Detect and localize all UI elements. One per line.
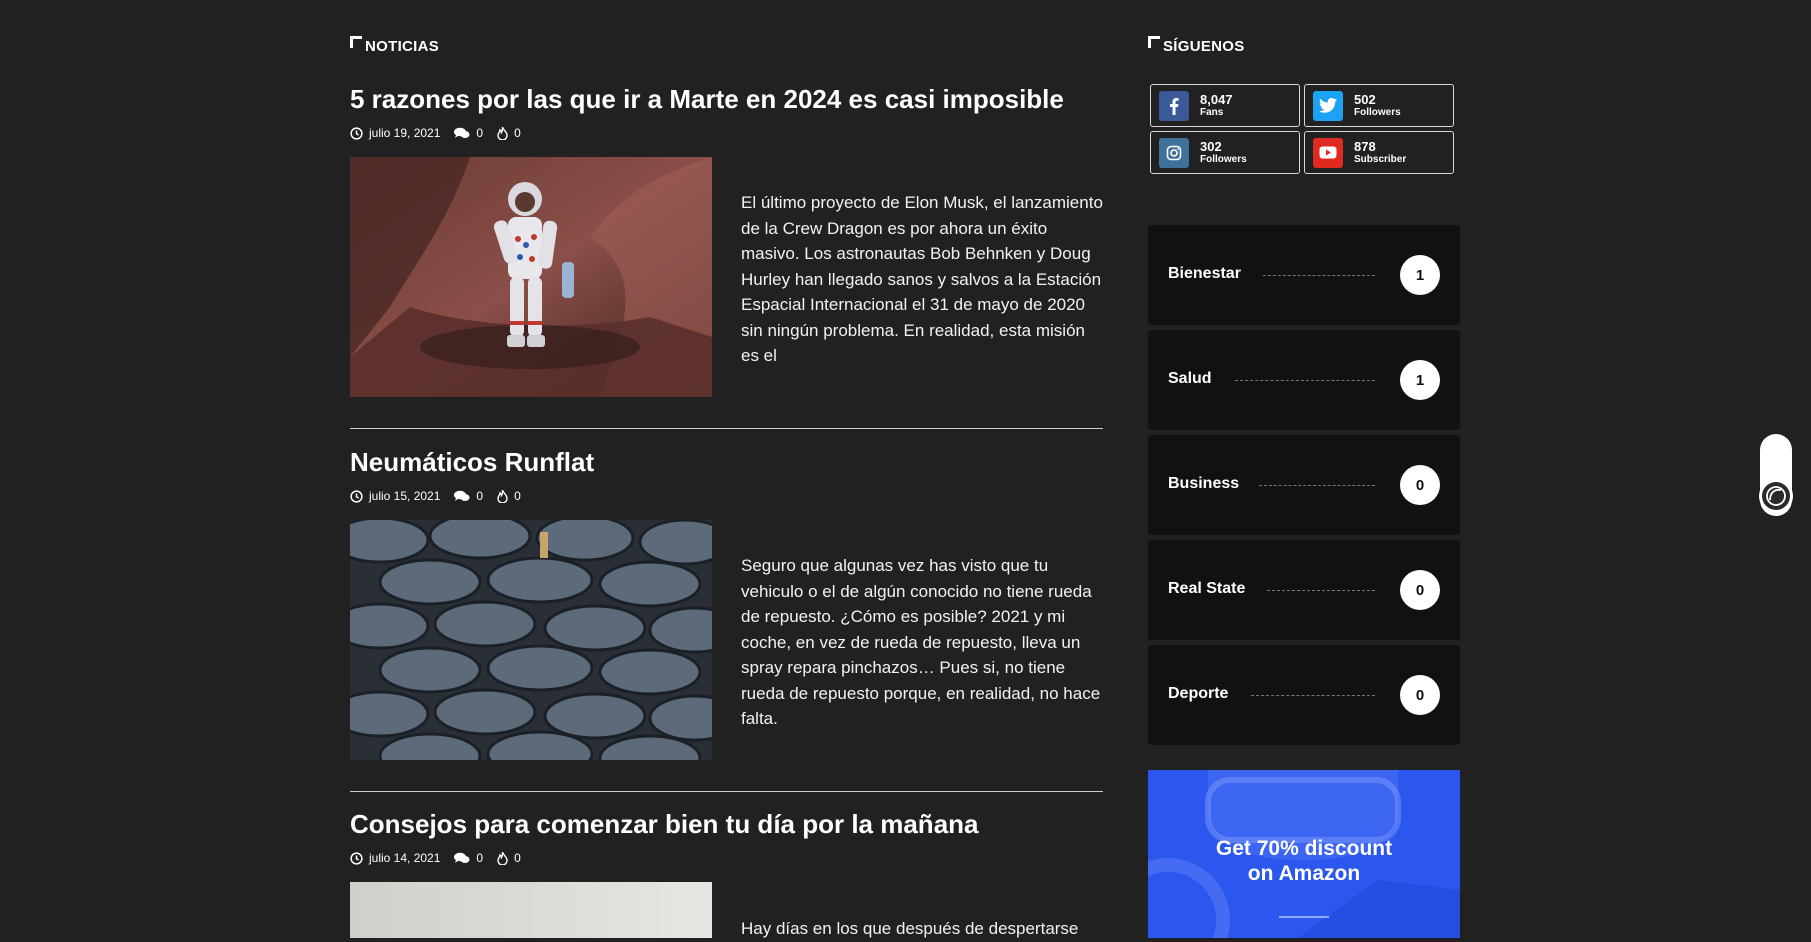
floating-widget-button[interactable] xyxy=(1759,434,1793,516)
article-card: 5 razones por las que ir a Marte en 2024… xyxy=(350,82,1103,397)
category-leader-dots xyxy=(1235,380,1375,381)
article-divider xyxy=(350,428,1103,429)
category-name: Business xyxy=(1168,475,1240,492)
comments-icon xyxy=(454,852,470,863)
article-title[interactable]: 5 razones por las que ir a Marte en 2024… xyxy=(350,82,1103,116)
social-label: Followers xyxy=(1200,154,1247,165)
social-count: 302 xyxy=(1200,139,1222,154)
article-image-tires[interactable] xyxy=(350,520,712,760)
article-meta: julio 15, 2021 0 0 xyxy=(350,489,529,503)
section-title-text: NOTICIAS xyxy=(365,38,440,55)
category-name: Salud xyxy=(1168,370,1212,387)
category-leader-dots xyxy=(1259,485,1375,486)
social-label: Fans xyxy=(1200,107,1224,118)
article-title[interactable]: Consejos para comenzar bien tu día por l… xyxy=(350,807,1103,841)
social-count: 8,047 xyxy=(1200,92,1233,107)
category-count: 1 xyxy=(1400,360,1440,400)
social-label: Followers xyxy=(1354,107,1401,118)
article-image-morning[interactable] xyxy=(350,882,712,938)
section-title-siguenos: SÍGUENOS xyxy=(1148,36,1245,55)
fire-icon xyxy=(497,489,508,503)
category-name: Deporte xyxy=(1168,685,1229,702)
social-count: 502 xyxy=(1354,92,1376,107)
category-item[interactable]: Deporte 0 xyxy=(1148,645,1460,745)
category-name: Real State xyxy=(1168,580,1246,597)
category-item[interactable]: Real State 0 xyxy=(1148,540,1460,640)
article-image-astronaut[interactable] xyxy=(350,157,712,397)
category-item[interactable]: Bienestar 1 xyxy=(1148,225,1460,325)
view-count: 0 xyxy=(514,489,521,503)
category-count: 1 xyxy=(1400,255,1440,295)
category-count: 0 xyxy=(1400,675,1440,715)
article-meta: julio 14, 2021 0 0 xyxy=(350,851,529,865)
amazon-promo-banner[interactable]: Get 70% discount on Amazon xyxy=(1148,770,1460,938)
promo-line-2: on Amazon xyxy=(1247,862,1361,885)
article-card: Neumáticos Runflat julio 15, 2021 0 0 Se… xyxy=(350,445,1103,760)
social-counters: 8,047 Fans 502 Followers 302 Followers 878 S… xyxy=(1150,84,1455,174)
article-date: julio 14, 2021 xyxy=(369,851,441,865)
clock-icon xyxy=(350,851,363,865)
article-excerpt: Seguro que algunas vez has visto que tu … xyxy=(741,556,1101,728)
comments-icon xyxy=(454,490,470,501)
social-count: 878 xyxy=(1354,139,1376,154)
twitter-icon xyxy=(1313,90,1343,121)
comment-count: 0 xyxy=(476,489,484,503)
category-count: 0 xyxy=(1400,570,1440,610)
article-excerpt: El último proyecto de Elon Musk, el lanz… xyxy=(741,193,1103,365)
social-facebook[interactable]: 8,047 Fans xyxy=(1150,84,1300,127)
social-youtube[interactable]: 878 Subscriber xyxy=(1304,131,1454,174)
article-title[interactable]: Neumáticos Runflat xyxy=(350,445,1103,479)
section-title-text: SÍGUENOS xyxy=(1163,38,1245,55)
category-leader-dots xyxy=(1251,695,1375,696)
article-meta: julio 19, 2021 0 0 xyxy=(350,126,529,140)
promo-text: Get 70% discount on Amazon xyxy=(1148,836,1460,886)
facebook-icon xyxy=(1159,90,1189,121)
view-count: 0 xyxy=(514,851,521,865)
category-item[interactable]: Salud 1 xyxy=(1148,330,1460,430)
youtube-icon xyxy=(1313,137,1343,168)
corner-decoration xyxy=(1148,36,1160,48)
corner-decoration xyxy=(350,36,362,48)
article-date: julio 15, 2021 xyxy=(369,489,441,503)
comment-count: 0 xyxy=(476,851,484,865)
clock-icon xyxy=(350,489,363,503)
social-label: Subscriber xyxy=(1354,154,1407,165)
instagram-icon xyxy=(1159,137,1189,168)
article-date: julio 19, 2021 xyxy=(369,126,441,140)
section-title-noticias: NOTICIAS xyxy=(350,36,440,55)
promo-line-1: Get 70% discount xyxy=(1215,837,1393,860)
category-leader-dots xyxy=(1263,275,1375,276)
fire-icon xyxy=(497,851,508,865)
article-divider xyxy=(350,791,1103,792)
category-item[interactable]: Business 0 xyxy=(1148,435,1460,535)
comment-count: 0 xyxy=(476,126,484,140)
article-card: Consejos para comenzar bien tu día por l… xyxy=(350,807,1103,938)
comments-icon xyxy=(454,127,470,138)
view-count: 0 xyxy=(514,126,521,140)
category-leader-dots xyxy=(1267,590,1375,591)
category-count: 0 xyxy=(1400,465,1440,505)
category-name: Bienestar xyxy=(1168,265,1241,282)
social-instagram[interactable]: 302 Followers xyxy=(1150,131,1300,174)
social-twitter[interactable]: 502 Followers xyxy=(1304,84,1454,127)
clock-icon xyxy=(350,126,363,140)
fire-icon xyxy=(497,126,508,140)
promo-underline xyxy=(1279,916,1329,918)
